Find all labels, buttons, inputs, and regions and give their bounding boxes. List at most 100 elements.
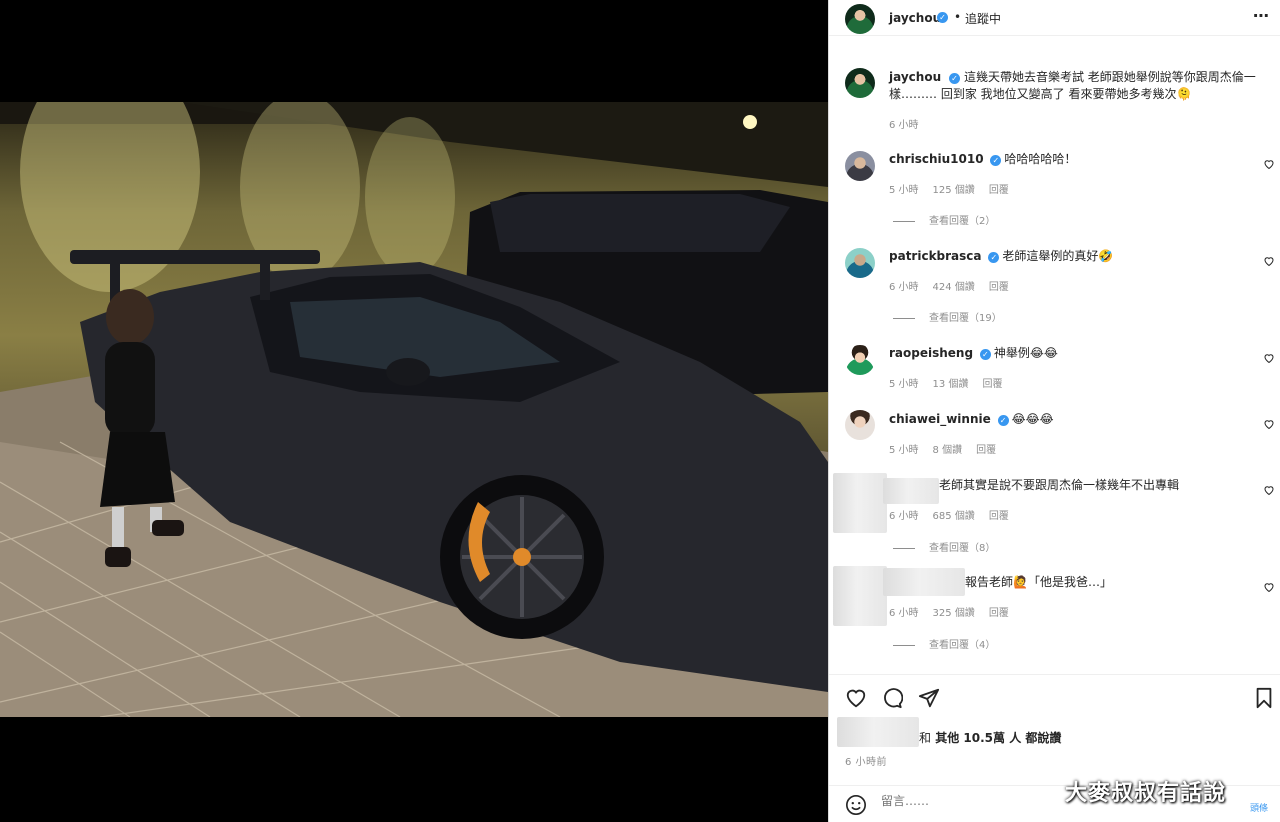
blurred-avatar	[833, 473, 887, 533]
comment-meta: 6 小時 325 個讚 回覆	[889, 604, 1023, 619]
view-replies-label[interactable]: 查看回覆（19）	[929, 313, 1002, 324]
view-replies-label[interactable]: 查看回覆（4）	[929, 640, 995, 651]
comment-username[interactable]: chiawei_winnie	[889, 412, 991, 426]
comment-reply[interactable]: 回覆	[989, 282, 1009, 293]
view-replies[interactable]: 查看回覆（4）	[893, 636, 995, 651]
likes-others-label: 其他	[935, 731, 960, 745]
comment-username[interactable]: raopeisheng	[889, 346, 973, 360]
reply-line	[893, 644, 915, 646]
author-username[interactable]: jaychou	[889, 11, 941, 25]
blurred-username	[883, 478, 939, 504]
comment-text: 😂😂😂	[1011, 412, 1054, 426]
comment-heart-icon[interactable]	[1263, 255, 1275, 267]
comment-text: 哈哈哈哈哈！	[1004, 152, 1077, 166]
comment-meta: 5 小時 125 個讚 回覆	[889, 181, 1023, 196]
comment-bubble-icon[interactable]	[881, 687, 903, 709]
comment-username[interactable]: patrickbrasca	[889, 249, 982, 263]
comment-avatar[interactable]	[845, 410, 875, 440]
comment-heart-icon[interactable]	[1263, 352, 1275, 364]
comment: chiawei_winnie ✓ 😂😂😂	[889, 411, 1054, 428]
caption-meta: 6 小時	[889, 116, 933, 131]
comment-likes[interactable]: 13 個讚	[933, 379, 969, 390]
comment-reply[interactable]: 回覆	[976, 445, 996, 456]
blurred-avatar	[833, 566, 887, 626]
watermark-source: 頭條	[1250, 804, 1269, 814]
comment-time[interactable]: 5 小時	[889, 379, 919, 390]
comment-avatar[interactable]	[845, 151, 875, 181]
comment: raopeisheng ✓ 神舉例😂😂	[889, 345, 1058, 362]
view-replies[interactable]: 查看回覆（8）	[893, 539, 995, 554]
separator-dot: •	[954, 10, 962, 24]
view-replies-label[interactable]: 查看回覆（8）	[929, 543, 995, 554]
comment-heart-icon[interactable]	[1263, 158, 1275, 170]
reply-line	[893, 547, 915, 549]
caption-text: 這幾天帶她去音樂考試 老師跟她舉例說等你跟周杰倫一樣……… 回到家 我地位又變高…	[889, 70, 1256, 101]
comment-meta: 5 小時 13 個讚 回覆	[889, 375, 1016, 390]
comment-time[interactable]: 5 小時	[889, 185, 919, 196]
reply-line	[893, 317, 915, 319]
likes-count: 10.5萬	[963, 731, 1006, 745]
comment-text: 報告老師🙋「他是我爸…」	[965, 575, 1112, 589]
verified-badge-icon: ✓	[988, 252, 1000, 263]
photo-pane	[0, 0, 828, 822]
caption-time[interactable]: 6 小時	[889, 120, 919, 131]
posted-ago[interactable]: 6 小時前	[845, 753, 887, 768]
comment-avatar[interactable]	[845, 248, 875, 278]
smiley-icon[interactable]	[845, 794, 867, 816]
comment-likes[interactable]: 8 個讚	[933, 445, 963, 456]
comment-meta: 6 小時 424 個讚 回覆	[889, 278, 1023, 293]
comment-likes[interactable]: 325 個讚	[933, 608, 975, 619]
comment-username[interactable]: chrischiu1010	[889, 152, 984, 166]
blurred-username	[883, 568, 965, 596]
comment-likes[interactable]: 125 個讚	[933, 185, 975, 196]
likes-suffix: 人 都說讚	[1009, 731, 1062, 745]
caption-username[interactable]: jaychou	[889, 70, 941, 84]
verified-badge-icon: ✓	[990, 155, 1002, 166]
post-header: jaychou ✓ • 追蹤中 ⋯	[829, 0, 1280, 36]
comment-likes[interactable]: 685 個讚	[933, 511, 975, 522]
comment-meta: 6 小時 685 個讚 回覆	[889, 507, 1023, 522]
comment-reply[interactable]: 回覆	[982, 379, 1002, 390]
comment-time[interactable]: 6 小時	[889, 282, 919, 293]
photo-illustration	[0, 102, 828, 717]
more-options-icon[interactable]: ⋯	[1253, 6, 1270, 25]
comment-time[interactable]: 5 小時	[889, 445, 919, 456]
post-detail-panel: jaychou ✓ • 追蹤中 ⋯ jaychou ✓ 這幾天帶她去音樂考試 老師…	[828, 0, 1280, 822]
comment-avatar[interactable]	[845, 345, 875, 375]
comment-heart-icon[interactable]	[1263, 581, 1275, 593]
likes-summary[interactable]: 和 其他 10.5萬 人 都說讚	[919, 729, 1061, 746]
comment-reply[interactable]: 回覆	[989, 185, 1009, 196]
reply-line	[893, 220, 915, 222]
comment-text: 老師其實是說不要跟周杰倫一樣幾年不出專輯	[939, 478, 1180, 492]
comment-time[interactable]: 6 小時	[889, 608, 919, 619]
heart-icon[interactable]	[845, 687, 867, 709]
comment: patrickbrasca ✓ 老師這舉例的真好🤣	[889, 248, 1113, 265]
post-photo[interactable]	[0, 102, 828, 717]
comment-text: 老師這舉例的真好🤣	[1002, 249, 1114, 263]
view-replies[interactable]: 查看回覆（19）	[893, 309, 1002, 324]
author-avatar[interactable]	[845, 4, 875, 34]
comment-likes[interactable]: 424 個讚	[933, 282, 975, 293]
view-replies-label[interactable]: 查看回覆（2）	[929, 216, 995, 227]
verified-badge-icon: ✓	[979, 349, 991, 360]
following-button[interactable]: 追蹤中	[965, 10, 1001, 27]
caption-avatar[interactable]	[845, 68, 875, 98]
comment-heart-icon[interactable]	[1263, 418, 1275, 430]
paper-plane-icon[interactable]	[918, 687, 940, 709]
caption: jaychou ✓ 這幾天帶她去音樂考試 老師跟她舉例說等你跟周杰倫一樣……… 回…	[889, 69, 1261, 103]
post-actions: 和 其他 10.5萬 人 都說讚 6 小時前 大麥叔叔有話說 頭條	[829, 674, 1280, 822]
comment: chrischiu1010 ✓ 哈哈哈哈哈！	[889, 151, 1076, 168]
blurred-liker	[837, 717, 919, 747]
watermark: 大麥叔叔有話說	[1065, 781, 1227, 806]
comment-reply[interactable]: 回覆	[989, 608, 1009, 619]
view-replies[interactable]: 查看回覆（2）	[893, 212, 995, 227]
verified-badge-icon: ✓	[948, 73, 960, 84]
comment-meta: 5 小時 8 個讚 回覆	[889, 441, 1010, 456]
comment-text: 神舉例😂😂	[993, 346, 1058, 360]
verified-badge-icon: ✓	[937, 12, 948, 23]
verified-badge-icon: ✓	[997, 415, 1009, 426]
bookmark-icon[interactable]	[1253, 687, 1275, 709]
comment-heart-icon[interactable]	[1263, 484, 1275, 496]
comment-time[interactable]: 6 小時	[889, 511, 919, 522]
comment-reply[interactable]: 回覆	[989, 511, 1009, 522]
